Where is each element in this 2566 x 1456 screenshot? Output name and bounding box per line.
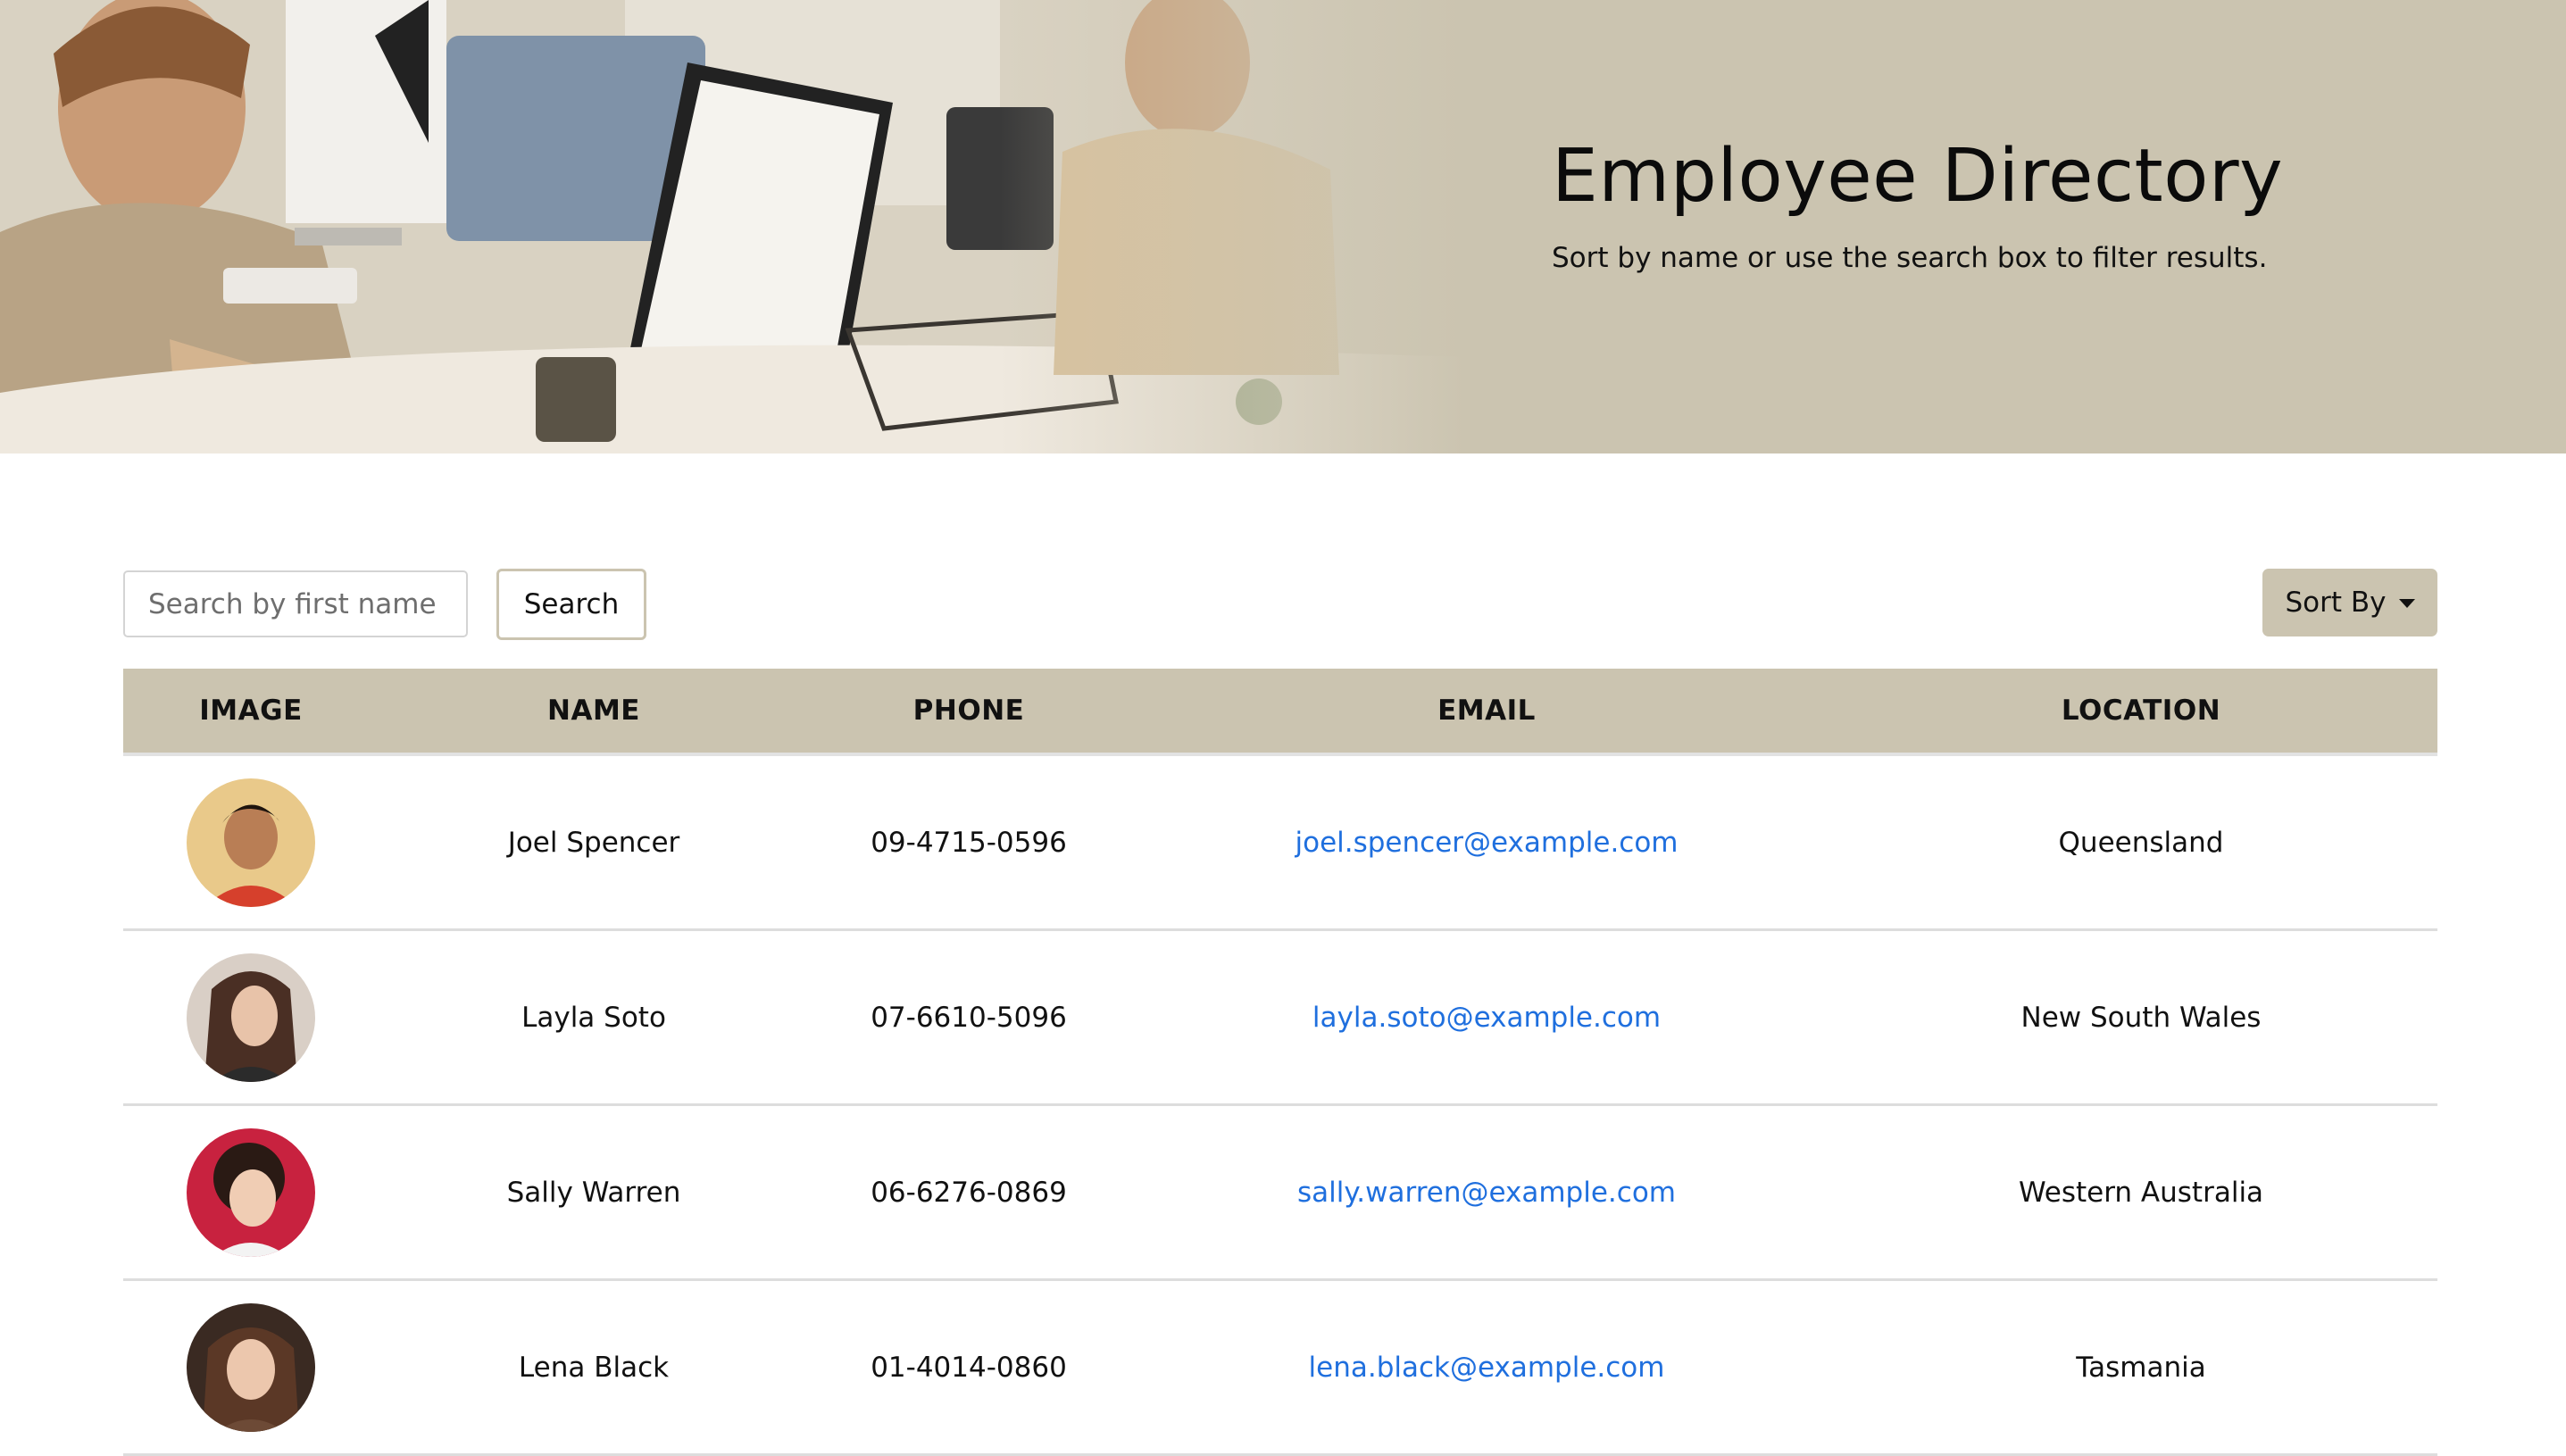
avatar <box>187 778 315 907</box>
sort-by-dropdown[interactable]: Sort By <box>2262 569 2437 636</box>
hero-text: Employee Directory Sort by name or use t… <box>1552 134 2283 274</box>
employee-name: Sally Warren <box>506 1176 681 1209</box>
image-cell <box>123 778 379 907</box>
table-header: IMAGE NAME PHONE EMAIL LOCATION <box>123 669 2437 756</box>
column-header-image: IMAGE <box>199 695 303 727</box>
avatar <box>187 953 315 1082</box>
table-row: Joel Spencer 09-4715-0596 joel.spencer@e… <box>123 756 2437 931</box>
employee-location: New South Wales <box>2020 1001 2262 1034</box>
employee-email-cell: layla.soto@example.com <box>1129 1002 1845 1034</box>
table-row: Layla Soto 07-6610-5096 layla.soto@examp… <box>123 931 2437 1106</box>
table-row: Lena Black 01-4014-0860 lena.black@examp… <box>123 1281 2437 1456</box>
employee-name: Layla Soto <box>521 1001 666 1034</box>
column-header-name: NAME <box>547 695 640 727</box>
hero-banner: Employee Directory Sort by name or use t… <box>0 0 2566 453</box>
employee-location: Tasmania <box>2076 1351 2206 1384</box>
table-row: Sally Warren 06-6276-0869 sally.warren@e… <box>123 1106 2437 1281</box>
employee-email-cell: sally.warren@example.com <box>1129 1177 1845 1209</box>
page-title: Employee Directory <box>1552 134 2284 219</box>
employee-email-cell: joel.spencer@example.com <box>1129 827 1845 859</box>
sort-by-label: Sort By <box>2285 587 2387 619</box>
employee-location: Queensland <box>2058 826 2224 859</box>
employee-phone: 09-4715-0596 <box>871 826 1067 859</box>
employee-email-cell: lena.black@example.com <box>1129 1352 1845 1384</box>
employee-phone: 06-6276-0869 <box>871 1176 1067 1209</box>
employee-email-link[interactable]: joel.spencer@example.com <box>1295 827 1678 859</box>
office-photo <box>0 0 1464 453</box>
column-header-location: LOCATION <box>2061 695 2221 727</box>
avatar <box>187 1302 315 1432</box>
employee-email-link[interactable]: lena.black@example.com <box>1309 1352 1665 1384</box>
column-header-phone: PHONE <box>912 695 1025 727</box>
column-header-email: EMAIL <box>1437 695 1536 727</box>
employee-table: IMAGE NAME PHONE EMAIL LOCATION Joel Spe… <box>123 669 2437 1456</box>
employee-phone: 01-4014-0860 <box>871 1351 1067 1384</box>
employee-name: Lena Black <box>518 1351 670 1384</box>
employee-location: Western Australia <box>2018 1176 2264 1209</box>
search-button-label: Search <box>523 588 620 620</box>
search-input[interactable] <box>123 570 468 637</box>
employee-email-link[interactable]: layla.soto@example.com <box>1312 1002 1661 1034</box>
page-subtitle: Sort by name or use the search box to fi… <box>1552 242 2268 274</box>
caret-down-icon <box>2398 599 2415 608</box>
image-cell <box>123 1127 379 1257</box>
image-cell <box>123 953 379 1082</box>
employee-phone: 07-6610-5096 <box>871 1001 1067 1034</box>
image-cell <box>123 1302 379 1432</box>
avatar <box>187 1127 315 1257</box>
employee-email-link[interactable]: sally.warren@example.com <box>1297 1177 1676 1209</box>
employee-name: Joel Spencer <box>507 826 680 859</box>
search-button[interactable]: Search <box>496 569 646 640</box>
